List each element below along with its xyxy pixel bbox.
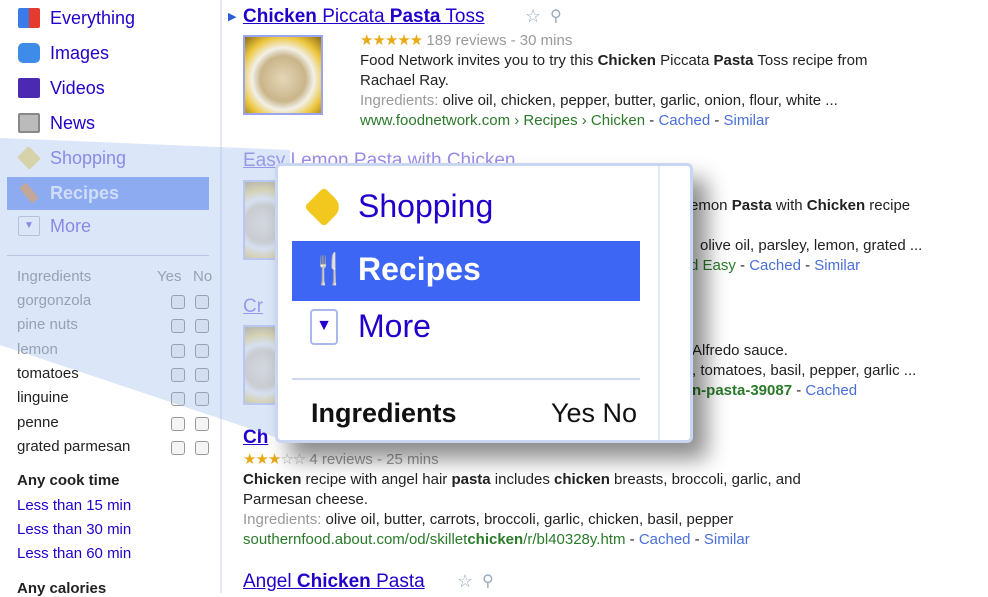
callout-more[interactable]: ▼ More [310, 308, 431, 345]
utensils-icon: 🍴 [310, 253, 348, 286]
chevron-down-icon: ▼ [310, 308, 338, 345]
callout-border [658, 166, 660, 440]
zoom-callout: Shopping 🍴 Recipes ▼ More Ingredients Yes … [275, 163, 693, 443]
price-tag-icon [304, 186, 344, 227]
divider [292, 378, 640, 380]
callout-recipes[interactable]: 🍴 Recipes [310, 251, 481, 288]
callout-shopping[interactable]: Shopping [304, 186, 493, 227]
callout-yes-no: Yes No [551, 398, 638, 428]
callout-ingredients-header: Ingredients [311, 398, 457, 428]
